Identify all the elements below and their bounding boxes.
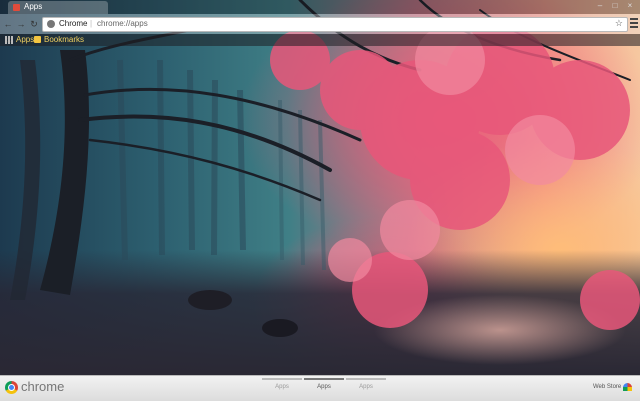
reload-button[interactable]: ↻ <box>28 18 40 30</box>
page-switcher-label: Apps <box>359 384 373 390</box>
chrome-page-icon <box>47 20 55 28</box>
web-store-link[interactable]: Web Store <box>593 384 621 390</box>
apps-bottom-bar: chrome Apps Apps Apps Web Store <box>0 375 640 401</box>
omnibox-scheme-label: Chrome <box>59 19 88 28</box>
bookmark-bookmarks[interactable]: Bookmarks <box>44 35 84 44</box>
maximize-button[interactable]: □ <box>609 1 621 10</box>
forest-trees <box>10 0 640 337</box>
web-store-icon[interactable] <box>623 383 632 391</box>
minimize-button[interactable]: – <box>594 1 606 10</box>
page-switcher-1[interactable]: Apps <box>262 378 302 390</box>
chrome-brand-label: chrome <box>21 379 65 394</box>
background-wallpaper <box>0 0 640 400</box>
page-switcher-3[interactable]: Apps <box>346 378 386 390</box>
close-button[interactable]: × <box>624 1 636 10</box>
chrome-menu-icon[interactable] <box>630 18 638 30</box>
omnibox-url[interactable]: chrome://apps <box>97 19 148 28</box>
chrome-logo-icon <box>5 381 18 394</box>
page-switcher-2[interactable]: Apps <box>304 378 344 390</box>
tab-title: Apps <box>24 2 43 11</box>
back-button[interactable]: ← <box>2 18 14 30</box>
apps-grid-icon[interactable] <box>5 36 13 44</box>
omnibox[interactable]: Chrome | chrome://apps ☆ <box>42 17 628 32</box>
bookmarks-bar: Apps Bookmarks <box>0 34 640 46</box>
browser-toolbar: ← → ↻ Chrome | chrome://apps ☆ <box>0 14 640 34</box>
bookmark-star-icon[interactable]: ☆ <box>615 18 623 29</box>
omnibox-separator: | <box>90 19 93 28</box>
tab-strip: Apps – □ × <box>0 0 640 14</box>
apps-favicon-icon <box>13 4 20 11</box>
tab-apps[interactable]: Apps <box>8 1 108 14</box>
bookmark-apps[interactable]: Apps <box>16 35 34 44</box>
forward-button[interactable]: → <box>15 18 27 30</box>
folder-icon <box>34 36 41 43</box>
window-controls: – □ × <box>594 1 636 10</box>
page-switcher-label: Apps <box>275 384 289 390</box>
page-switcher-label: Apps <box>317 384 331 390</box>
